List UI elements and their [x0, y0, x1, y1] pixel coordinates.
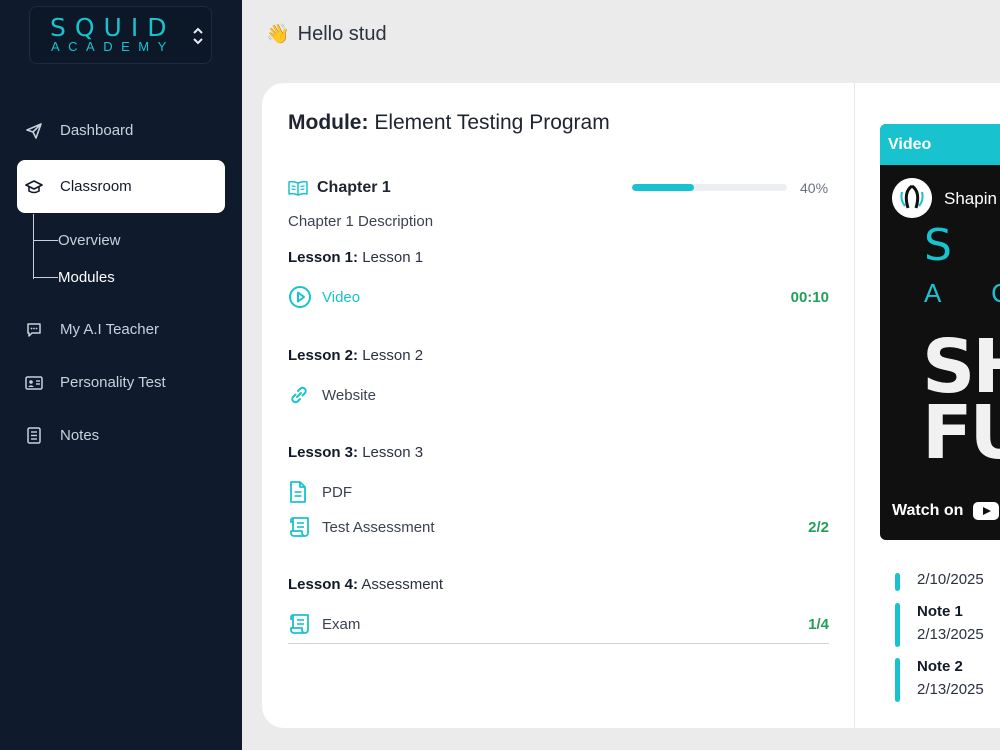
sidebar-item-label: Notes [60, 427, 100, 444]
panel-divider [854, 83, 855, 728]
chapter-progress-bar [632, 184, 787, 191]
paper-plane-icon [24, 121, 44, 141]
lesson-item-label: PDF [322, 483, 352, 501]
chevron-updown-icon [193, 27, 203, 45]
notebook-icon [24, 426, 44, 446]
score-badge: 2/2 [808, 518, 829, 536]
tree-connector [34, 277, 58, 278]
lesson-item-website[interactable]: Website [288, 383, 829, 407]
lesson-item-label: Test Assessment [322, 518, 435, 536]
sidebar-item-label: My A.I Teacher [60, 321, 159, 338]
brand-switcher[interactable]: SQUID ACADEMY [29, 6, 212, 64]
lesson-prefix: Lesson 1: [288, 249, 359, 266]
lesson-name: Lesson 1 [362, 249, 424, 266]
document-icon [288, 480, 314, 504]
module-name: Element Testing Program [374, 111, 610, 134]
sidebar-item-personality-test[interactable]: Personality Test [17, 356, 225, 409]
lesson-name: Assessment [361, 576, 444, 593]
sidebar-item-label: Dashboard [60, 122, 134, 139]
sidebar-subitem-modules[interactable]: Modules [34, 269, 115, 286]
greeting-text: Hello stud [297, 22, 387, 45]
waving-hand-icon: 👋 [266, 24, 290, 45]
tree-connector [34, 240, 58, 241]
module-card: Module: Element Testing Program Chapter … [262, 83, 1000, 728]
sidebar-item-notes[interactable]: Notes [17, 409, 225, 462]
lesson-prefix: Lesson 4: [288, 576, 359, 593]
chapter-progress-label: 40% [800, 180, 829, 196]
lesson-item-label: Video [322, 288, 361, 306]
lesson-heading: Lesson 2: Lesson 2 [288, 347, 423, 364]
chapter-title: Chapter 1 [317, 179, 391, 196]
id-card-icon [24, 373, 44, 393]
note-title: Note 2 [917, 658, 963, 675]
note-accent-bar [895, 603, 900, 647]
sidebar-item-dashboard[interactable]: Dashboard [17, 104, 225, 157]
graduation-cap-icon [24, 177, 44, 197]
module-prefix: Module: [288, 111, 369, 134]
chapter-header[interactable]: Chapter 1 [288, 179, 391, 197]
lesson-heading: Lesson 3: Lesson 3 [288, 444, 423, 461]
lesson-name: Lesson 3 [362, 444, 424, 461]
chapter-description: Chapter 1 Description [288, 213, 434, 230]
lesson-item-test-assessment[interactable]: Test Assessment 2/2 [288, 515, 829, 539]
video-title[interactable]: Shapin [944, 189, 997, 209]
sidebar-subitem-overview[interactable]: Overview [34, 232, 121, 249]
note-accent-bar [895, 658, 900, 702]
open-book-icon [288, 180, 308, 196]
sidebar-item-classroom[interactable]: Classroom [17, 160, 225, 213]
lesson-heading: Lesson 4: Assessment [288, 576, 443, 593]
sidebar-subitem-label: Modules [58, 269, 115, 286]
note-accent-bar [895, 573, 900, 591]
watch-on-youtube[interactable]: Watch on [892, 502, 1000, 520]
sidebar-item-ai-teacher[interactable]: My A.I Teacher [17, 303, 225, 356]
sidebar: SQUID ACADEMY Dashboard Classroom Overvi… [0, 0, 242, 750]
lesson-prefix: Lesson 2: [288, 347, 359, 364]
score-badge: 1/4 [808, 615, 829, 633]
chat-bubble-icon [24, 320, 44, 340]
lesson-heading: Lesson 1: Lesson 1 [288, 249, 423, 266]
scroll-icon [288, 515, 314, 539]
sidebar-item-label: Classroom [60, 178, 132, 195]
lesson-name: Lesson 2 [362, 347, 424, 364]
lesson-item-video[interactable]: Video 00:10 [288, 285, 829, 309]
note-title: Note 1 [917, 603, 963, 620]
channel-avatar[interactable] [892, 178, 932, 218]
note-date: 2/13/2025 [917, 626, 984, 643]
progress-fill [632, 184, 694, 191]
youtube-icon [973, 502, 1000, 520]
sidebar-subitem-label: Overview [58, 232, 121, 249]
thumbnail-logo-subtext: A C [924, 278, 1000, 308]
note-date: 2/10/2025 [917, 571, 984, 588]
divider [288, 643, 829, 644]
thumbnail-headline: SHA FUT [922, 330, 1000, 476]
lesson-item-label: Website [322, 386, 376, 404]
video-player[interactable]: Video Shapin S A C SHA FUT Watch on [880, 124, 1000, 540]
video-panel-header: Video [880, 124, 1000, 165]
lesson-prefix: Lesson 3: [288, 444, 359, 461]
module-title: Module: Element Testing Program [288, 111, 610, 135]
lesson-item-exam[interactable]: Exam 1/4 [288, 612, 829, 636]
note-date: 2/13/2025 [917, 681, 984, 698]
page-greeting: 👋 Hello stud [266, 22, 387, 46]
thumbnail-logo-text: S [924, 220, 970, 271]
brand-name-top: SQUID [50, 13, 176, 42]
sidebar-item-label: Personality Test [60, 374, 166, 391]
brand-name-bottom: ACADEMY [51, 39, 175, 54]
thumbnail-headline-line: FUT [922, 390, 1000, 476]
lesson-item-label: Exam [322, 615, 361, 633]
link-icon [288, 383, 314, 407]
lesson-item-pdf[interactable]: PDF [288, 480, 829, 504]
scroll-icon [288, 612, 314, 636]
video-duration: 00:10 [790, 288, 829, 306]
play-circle-icon [288, 285, 314, 309]
watch-on-label: Watch on [892, 502, 964, 519]
